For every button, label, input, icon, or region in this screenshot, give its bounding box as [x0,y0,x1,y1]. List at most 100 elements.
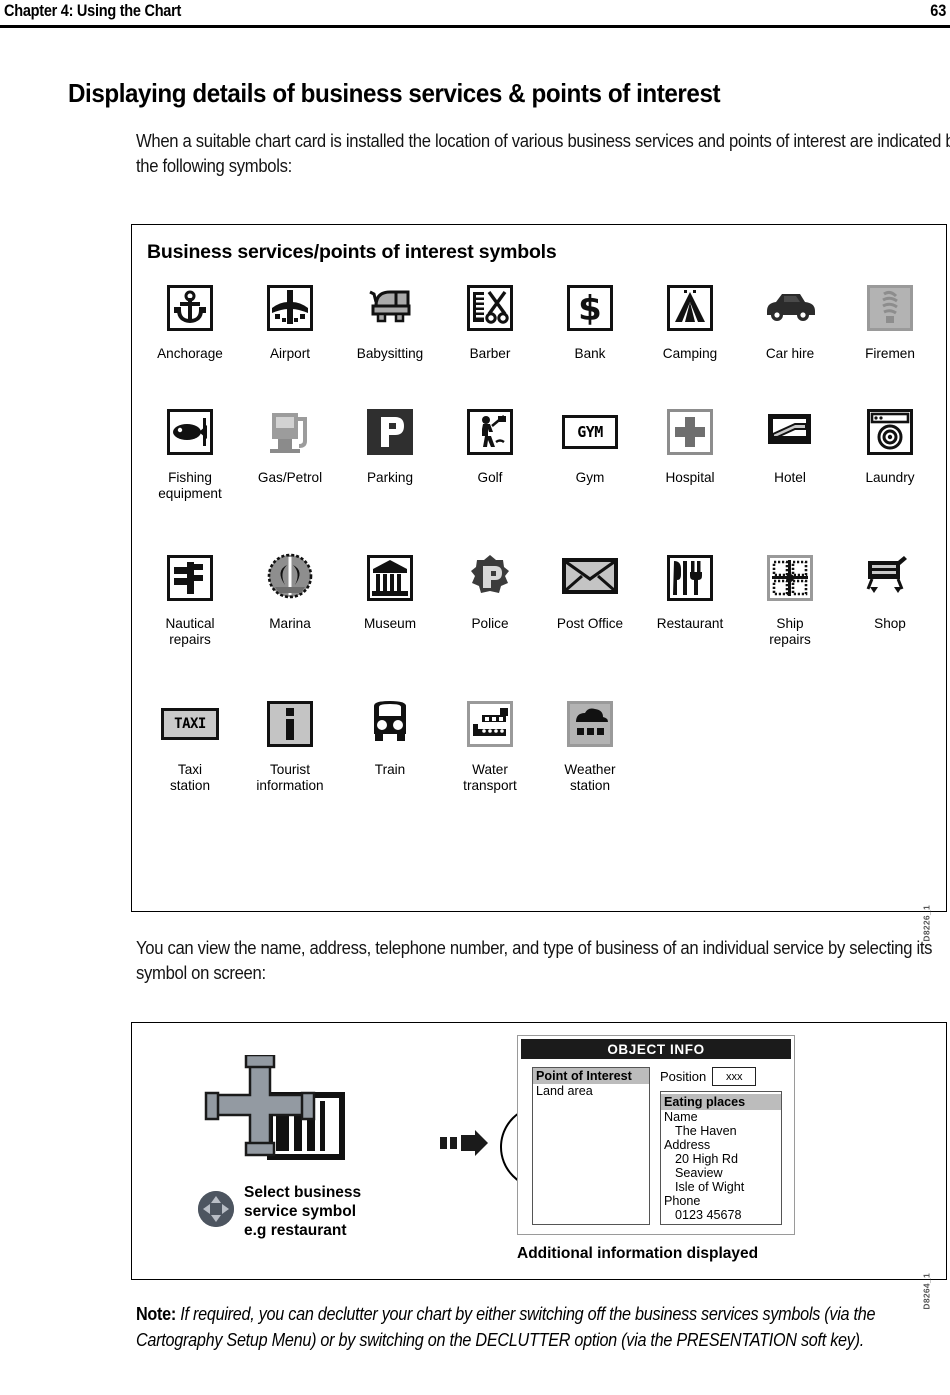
ferry-icon [467,701,513,747]
symbol-label: Hospital [665,470,715,485]
symbol-cell: Shop [840,547,940,632]
list-item[interactable]: The Haven [661,1124,781,1138]
symbol-label: Restaurant [656,616,724,631]
symbol-cell: Hospital [640,401,740,486]
symbol-icon-slot [859,401,921,463]
symbol-icon-slot [359,693,421,755]
fire-hydrant-icon [867,285,913,331]
bed-icon [764,410,816,455]
symbol-icon-slot: GYM [559,401,621,463]
information-i-icon [267,701,313,747]
symbol-cell: TAXI Taxi station [140,693,240,794]
symbol-label: Parking [366,470,414,485]
symbol-cell: $ Bank [540,277,640,362]
symbol-icon-slot [459,547,521,609]
symbol-icon-slot [559,693,621,755]
symbol-label: Babysitting [356,346,424,361]
car-icon [763,289,817,328]
cutlery-icon [667,555,713,601]
symbol-cell: GYM Gym [540,401,640,486]
symbol-label: Museum [363,616,417,631]
wrench-icon [167,555,213,601]
list-item[interactable]: Phone [661,1194,781,1208]
symbol-label: Car hire [765,346,815,361]
symbol-icon-slot [459,693,521,755]
position-row: Position xxx [660,1067,757,1086]
train-icon [367,699,413,750]
object-type-list[interactable]: Point of Interest Land area [532,1067,650,1225]
list-item[interactable]: Address [661,1138,781,1152]
symbol-cell: Train [340,693,440,778]
symbol-cell: Weather station [540,693,640,794]
symbol-icon-slot [759,401,821,463]
object-detail-list[interactable]: Eating places Name The Haven Address 20 High… [660,1091,782,1225]
business-symbols-figure: Business services/points of interest sym… [131,224,947,942]
symbol-icon-slot [659,547,721,609]
symbol-icon-slot [259,693,321,755]
symbols-row: TAXI Taxi station Tourist information Tr… [140,693,940,833]
symbol-icon-slot [159,547,221,609]
page-number: 63 [929,2,946,20]
list-item-selected[interactable]: Point of Interest [533,1068,649,1084]
list-item[interactable]: Seaview [661,1166,781,1180]
symbol-cell: Police [440,547,540,632]
symbol-label: Hotel [774,470,806,485]
museum-icon [367,555,413,601]
symbol-icon-slot: $ [559,277,621,339]
object-info-panel: OBJECT INFO Point of Interest Land area P… [517,1035,795,1235]
list-item[interactable]: Isle of Wight [661,1180,781,1194]
list-item[interactable]: 0123 45678 [661,1208,781,1222]
symbol-icon-slot [259,277,321,339]
symbol-cell: Airport [240,277,340,362]
note-label: Note: [136,1304,177,1324]
symbol-label: Gym [575,470,605,485]
washing-machine-icon [867,409,913,455]
workflow-figure: OK Select business service symbol e.g re… [131,1022,947,1310]
trackpad-instruction: Select business service symbol e.g resta… [198,1183,448,1240]
symbol-icon-slot [759,547,821,609]
symbol-icon-slot [359,277,421,339]
symbol-cell: Tourist information [240,693,340,794]
symbols-row: Fishing equipment Gas/Petrol Parking Gol… [140,401,940,541]
tent-icon [667,285,713,331]
symbol-label: Train [374,762,406,777]
mid-paragraph: You can view the name, address, telephon… [136,937,933,983]
symbol-label: Firemen [865,346,915,361]
chapter-title: Chapter 4: Using the Chart [4,2,182,20]
list-item[interactable]: Name [661,1110,781,1124]
symbol-cell: Anchorage [140,277,240,362]
workflow-caption: Additional information displayed [517,1245,759,1262]
chart-cursor-illustration [202,1053,372,1185]
symbol-icon-slot [859,277,921,339]
symbol-label: Taxi station [169,762,211,793]
page-header: Chapter 4: Using the Chart 63 [0,0,950,28]
symbol-icon-slot [459,277,521,339]
symbol-label: Water transport [463,762,517,793]
airport-icon [267,285,313,331]
ship-repairs-icon [767,555,813,601]
weather-icon [567,701,613,747]
symbol-icon-slot [659,401,721,463]
anchor-icon [167,285,213,331]
list-item[interactable]: Land area [533,1084,649,1098]
list-item[interactable]: 20 High Rd [661,1152,781,1166]
symbol-cell: Marina [240,547,340,632]
symbol-cell: Laundry [840,401,940,486]
scissors-comb-icon [467,285,513,331]
trackpad-icon [198,1191,234,1227]
symbol-label: Ship repairs [769,616,811,647]
symbol-label: Nautical repairs [165,616,215,647]
symbol-label: Tourist information [256,762,324,793]
object-info-title: OBJECT INFO [521,1039,791,1059]
symbols-grid: Anchorage Airport Babysitting Barber $ B… [140,277,940,839]
note-block: Note: If required, you can declutter you… [136,1302,950,1353]
symbol-label: Weather station [564,762,616,793]
symbol-label: Post Office [556,616,624,631]
list-item-selected[interactable]: Eating places [661,1094,781,1110]
symbol-label: Gas/Petrol [257,470,323,485]
symbol-icon-slot [159,401,221,463]
symbol-label: Barber [469,346,511,361]
page-title: Displaying details of business services … [68,78,721,108]
symbol-cell: Camping [640,277,740,362]
symbol-cell: Parking [340,401,440,486]
